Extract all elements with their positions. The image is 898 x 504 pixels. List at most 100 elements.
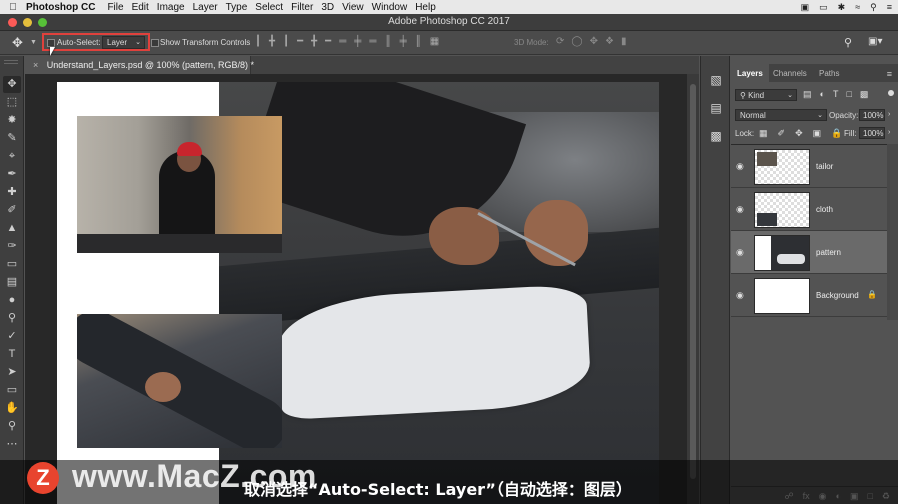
lasso-tool-icon[interactable]: ✸	[3, 112, 21, 129]
filter-pixel-icon[interactable]: ▤	[803, 89, 812, 100]
canvas-vertical-scrollbar[interactable]	[687, 74, 699, 504]
blend-mode-select[interactable]: Normal ⌄	[735, 109, 827, 121]
brush-tool-icon[interactable]: ✐	[3, 202, 21, 219]
history-panel-icon[interactable]: ▧	[708, 72, 724, 88]
crop-tool-icon[interactable]: ⌖	[3, 148, 21, 165]
menu-layer[interactable]: Layer	[193, 2, 226, 13]
rotate-3d-icon[interactable]: ⟳	[556, 36, 564, 47]
search-icon[interactable]: ⚲	[844, 36, 852, 49]
libraries-panel-icon[interactable]: ▩	[708, 128, 724, 144]
panel-grip[interactable]	[4, 60, 18, 64]
layer-row-background[interactable]: ◉ Background 🔒	[731, 274, 887, 317]
display-icon[interactable]: ▭	[819, 2, 828, 13]
auto-select-target-select[interactable]: Layer ⌄	[102, 36, 145, 49]
filter-smart-object-icon[interactable]: ▩	[860, 89, 869, 100]
properties-panel-icon[interactable]: ▤	[708, 100, 724, 116]
apple-icon[interactable]: 	[0, 2, 26, 13]
distribute-right-icon[interactable]: ║	[415, 36, 422, 47]
screen-record-icon[interactable]: ▣	[801, 2, 810, 13]
align-top-icon[interactable]: ┃	[255, 36, 261, 47]
show-transform-checkbox[interactable]	[151, 39, 159, 47]
move-tool-preset-icon[interactable]: ✥	[12, 36, 23, 49]
layer-row-cloth[interactable]: ◉ cloth	[731, 188, 887, 231]
distribute-hcenter-icon[interactable]: ╪	[400, 36, 407, 47]
move-tool-icon[interactable]: ✥	[3, 76, 21, 93]
more-tools-icon[interactable]: ⋯	[3, 436, 21, 453]
menu-help[interactable]: Help	[415, 2, 444, 13]
distribute-top-icon[interactable]: ═	[339, 36, 346, 47]
marquee-tool-icon[interactable]: ⬚	[3, 94, 21, 111]
scrollbar-thumb[interactable]	[690, 84, 696, 479]
distribute-left-icon[interactable]: ║	[384, 36, 391, 47]
tab-channels[interactable]: Channels	[767, 64, 813, 82]
panel-menu-icon[interactable]: ≡	[887, 69, 892, 79]
hand-tool-icon[interactable]: ✋	[3, 400, 21, 417]
eyedropper-tool-icon[interactable]: ✒	[3, 166, 21, 183]
lock-image-icon[interactable]: ✐	[778, 128, 786, 139]
healing-brush-tool-icon[interactable]: ✚	[3, 184, 21, 201]
chevron-down-icon[interactable]: ▼	[30, 39, 37, 46]
distribute-bottom-icon[interactable]: ═	[369, 36, 376, 47]
align-vcenter-icon[interactable]: ╋	[269, 36, 275, 47]
layers-scrollbar[interactable]	[887, 144, 898, 320]
menu-view[interactable]: View	[342, 2, 372, 13]
filter-type-icon[interactable]: T	[833, 89, 839, 100]
menu-list-icon[interactable]: ≡	[887, 2, 892, 12]
roll-3d-icon[interactable]: ◯	[571, 36, 582, 47]
dodge-tool-icon[interactable]: ⚲	[3, 310, 21, 327]
align-hcenter-icon[interactable]: ╋	[311, 36, 317, 47]
menu-filter[interactable]: Filter	[291, 2, 321, 13]
gradient-tool-icon[interactable]: ▤	[3, 274, 21, 291]
distribute-vcenter-icon[interactable]: ╪	[354, 36, 361, 47]
pen-tool-icon[interactable]: ✓	[3, 328, 21, 345]
align-right-icon[interactable]: ━	[325, 36, 331, 47]
history-brush-tool-icon[interactable]: ✑	[3, 238, 21, 255]
menu-app-name[interactable]: Photoshop CC	[26, 2, 107, 13]
canvas-area[interactable]	[25, 74, 687, 504]
workspace-icon[interactable]: ▣▾	[868, 36, 882, 47]
bluetooth-icon[interactable]: ✱	[838, 2, 846, 13]
lock-transparency-icon[interactable]: ▦	[759, 128, 768, 139]
tab-paths[interactable]: Paths	[813, 64, 845, 82]
opacity-input[interactable]: 100%	[859, 109, 885, 121]
align-bottom-icon[interactable]: ┃	[283, 36, 289, 47]
eraser-tool-icon[interactable]: ▭	[3, 256, 21, 273]
tab-layers[interactable]: Layers	[731, 64, 769, 82]
chevron-right-icon[interactable]: ›	[888, 111, 890, 118]
scale-3d-icon[interactable]: ▮	[621, 36, 627, 47]
menu-image[interactable]: Image	[157, 2, 193, 13]
path-selection-tool-icon[interactable]: ➤	[3, 364, 21, 381]
clone-stamp-tool-icon[interactable]: ▲	[3, 220, 21, 237]
lock-position-icon[interactable]: ✥	[795, 128, 803, 139]
auto-select-checkbox[interactable]	[47, 39, 55, 47]
chevron-right-icon[interactable]: ›	[888, 129, 890, 136]
menu-edit[interactable]: Edit	[132, 2, 157, 13]
lock-artboard-icon[interactable]: ▣	[813, 128, 822, 139]
layer-row-tailor[interactable]: ◉ tailor	[731, 145, 887, 188]
filter-adjustment-icon[interactable]: ◐	[820, 89, 825, 100]
menu-window[interactable]: Window	[372, 2, 416, 13]
filter-toggle-icon[interactable]	[888, 90, 894, 96]
drag-3d-icon[interactable]: ✥	[590, 36, 598, 47]
filter-shape-icon[interactable]: □	[846, 89, 851, 100]
fill-input[interactable]: 100%	[859, 127, 885, 139]
menu-type[interactable]: Type	[226, 2, 256, 13]
zoom-tool-icon[interactable]: ⚲	[3, 418, 21, 435]
lock-all-icon[interactable]: 🔒	[831, 128, 842, 139]
type-tool-icon[interactable]: T	[3, 346, 21, 363]
visibility-eye-icon[interactable]: ◉	[736, 204, 746, 214]
slide-3d-icon[interactable]: ❖	[605, 36, 614, 47]
menu-3d[interactable]: 3D	[321, 2, 342, 13]
rectangle-tool-icon[interactable]: ▭	[3, 382, 21, 399]
menu-select[interactable]: Select	[255, 2, 291, 13]
document-canvas[interactable]	[57, 82, 659, 504]
close-tab-icon[interactable]: ×	[33, 60, 38, 70]
layer-row-pattern[interactable]: ◉ pattern	[731, 231, 887, 274]
align-left-icon[interactable]: ━	[297, 36, 303, 47]
visibility-eye-icon[interactable]: ◉	[736, 161, 746, 171]
filter-kind-select[interactable]: ⚲ Kind ⌄	[735, 89, 797, 101]
document-tab[interactable]: × Understand_Layers.psd @ 100% (pattern,…	[25, 56, 254, 74]
search-menubar-icon[interactable]: ⚲	[870, 2, 877, 13]
menu-file[interactable]: File	[107, 2, 131, 13]
visibility-eye-icon[interactable]: ◉	[736, 247, 746, 257]
